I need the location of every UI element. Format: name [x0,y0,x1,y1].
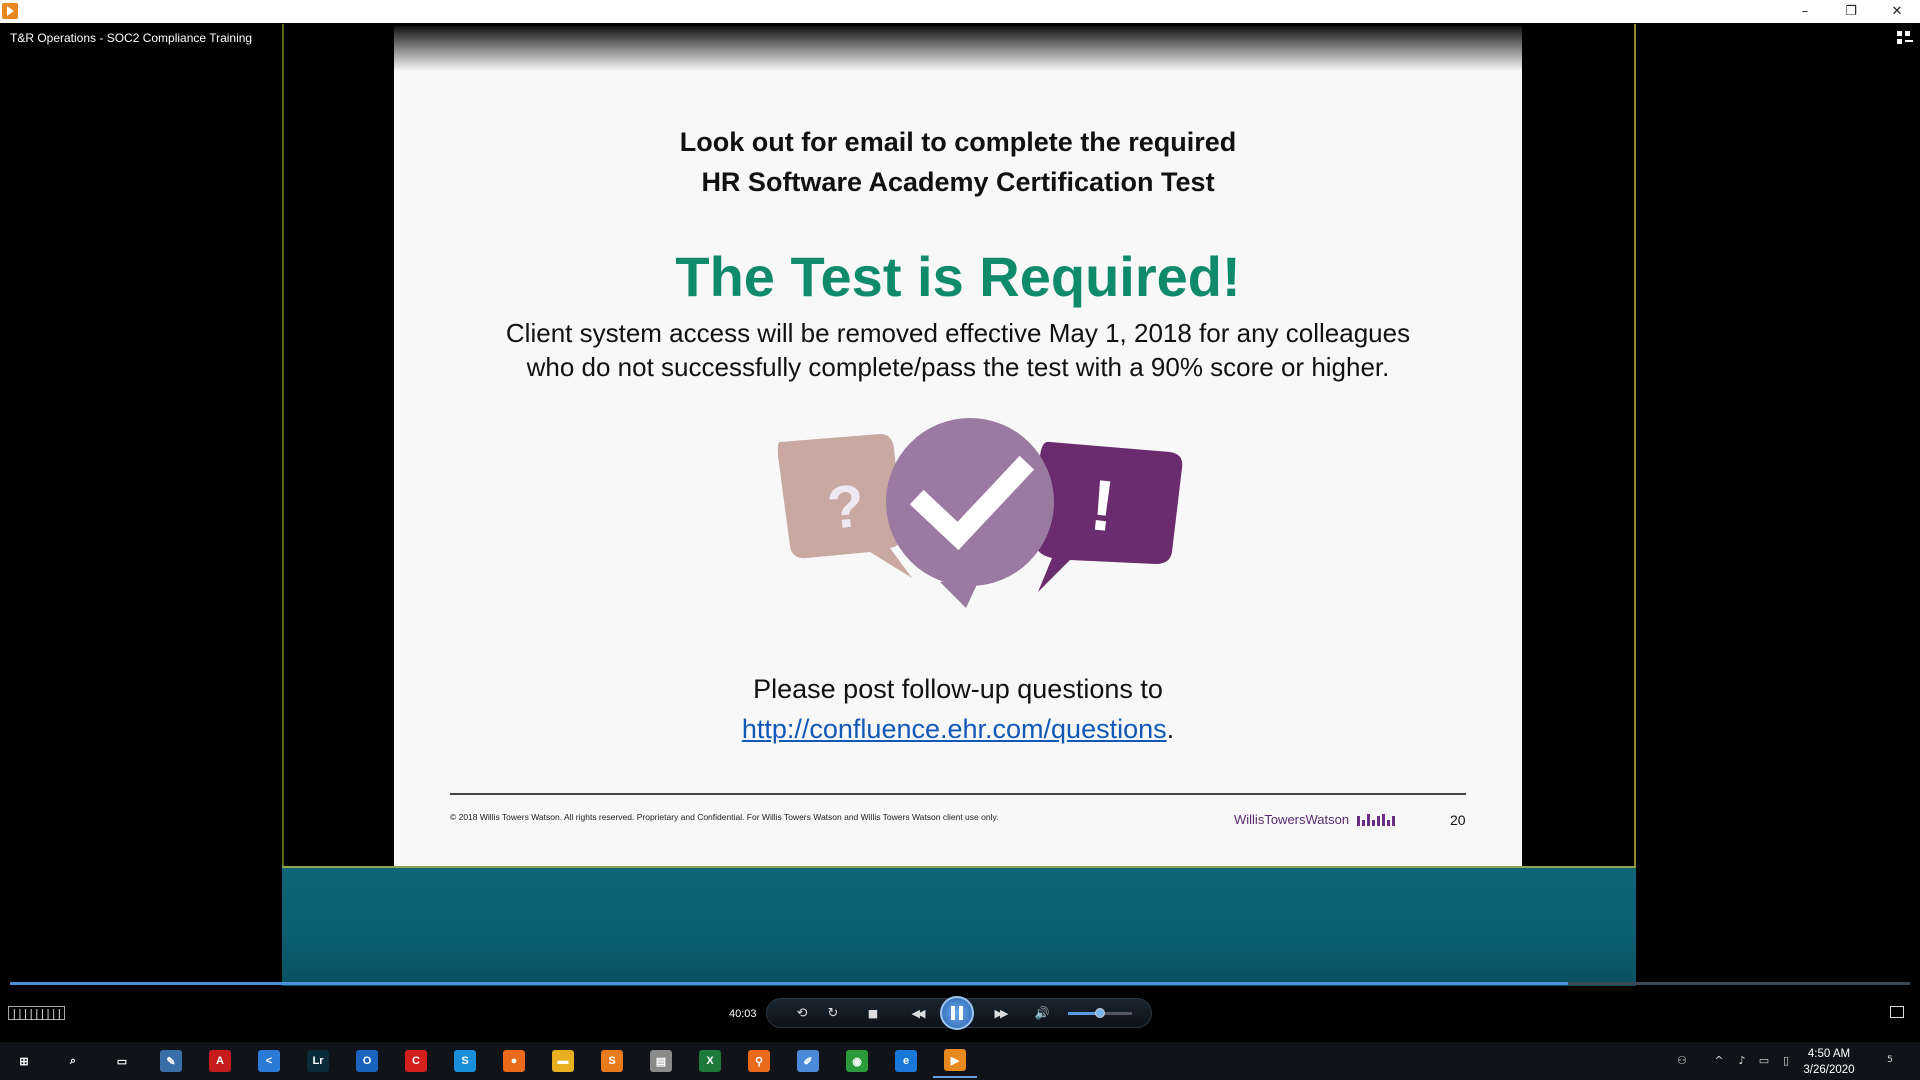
fast-forward-button[interactable]: ▶▶ [986,1004,1014,1022]
acrobat-icon: A [209,1050,231,1072]
playback-speed-indicator[interactable]: ||||||||| [8,1006,65,1020]
chevron-up-icon[interactable]: ^ [1712,1053,1726,1067]
clock-time: 4:50 AM [1807,1048,1851,1060]
slide-notice: Client system access will be removed eff… [434,316,1482,384]
slide-footer-rule [450,793,1466,795]
svg-text:?: ? [824,472,867,542]
slide-brand: WillisTowersWatson [1234,812,1396,827]
speech-bubbles-graphic: ? ! [777,418,1183,608]
rewind-button[interactable]: ◀◀ [903,1004,931,1022]
taskbar-sublime-button[interactable]: S [590,1044,634,1078]
taskbar-search-tool-button[interactable]: ⚲ [737,1044,781,1078]
taskbar-media-player-button[interactable]: ▶ [933,1044,977,1078]
refresh-button[interactable]: ↻ [823,1004,843,1022]
taskbar-excel-button[interactable]: X [688,1044,732,1078]
window-titlebar: – ❐ ✕ [0,0,1920,23]
task-view-icon: ▭ [111,1050,133,1072]
taskbar-lightroom-button[interactable]: Lr [296,1044,340,1078]
taskbar-firefox-button[interactable]: ● [492,1044,536,1078]
search-icon: ⌕ [62,1050,84,1072]
notes-icon: ✐ [797,1050,819,1072]
file-explorer-icon: ▬ [552,1050,574,1072]
slide-heading-line2: HR Software Academy Certification Test [701,167,1215,197]
outlook-icon: O [356,1050,378,1072]
chrome-icon: ◉ [846,1050,868,1072]
pause-button[interactable] [940,996,974,1030]
edge-icon: e [895,1050,917,1072]
taskbar-paint-button[interactable]: ✎ [149,1044,193,1078]
taskbar-task-view-button[interactable]: ▭ [100,1044,144,1078]
brand-logo-icon [1357,813,1396,826]
taskbar-clock[interactable]: 4:50 AM 3/26/2020 [1794,1046,1864,1078]
battery-icon[interactable]: ▯ [1779,1053,1793,1067]
printer-icon: ▤ [650,1050,672,1072]
volume-slider-knob[interactable] [1095,1008,1105,1018]
notification-center-icon[interactable]: 5 [1880,1053,1900,1067]
taskbar-edge-button[interactable]: e [884,1044,928,1078]
start-icon: ⊞ [13,1050,35,1072]
slide-followup: Please post follow-up questions to http:… [394,669,1522,749]
seek-bar[interactable] [10,982,1910,985]
taskbar-start-button[interactable]: ⊞ [2,1044,46,1078]
presentation-slide: Look out for email to complete the requi… [394,26,1522,866]
taskbar-acrobat-button[interactable]: A [198,1044,242,1078]
playback-time: 40:03 [729,1008,757,1020]
taskbar-skype-button[interactable]: S [443,1044,487,1078]
slide-page-number: 20 [1450,812,1466,828]
slide-top-fade [394,26,1522,71]
vscode-icon: < [258,1050,280,1072]
slide-link-line: http://confluence.ehr.com/questions. [394,709,1522,749]
taskbar-creative-cloud-button[interactable]: C [394,1044,438,1078]
network-icon[interactable]: ▭ [1757,1053,1771,1067]
firefox-icon: ● [503,1050,525,1072]
layout-grid-icon[interactable] [1896,30,1914,46]
taskbar-outlook-button[interactable]: O [345,1044,389,1078]
window-controls: – ❐ ✕ [1782,0,1920,23]
people-icon[interactable]: ⚇ [1675,1053,1689,1067]
media-player-app-icon [2,3,18,19]
slide-notice-line2: who do not successfully complete/pass th… [526,352,1390,382]
slide-copyright: © 2018 Willis Towers Watson. All rights … [450,812,999,822]
seek-bar-fill [10,982,1568,985]
minimize-button[interactable]: – [1782,0,1828,23]
brand-name: WillisTowersWatson [1234,812,1350,827]
video-lower-band [282,866,1636,986]
taskbar-printer-button[interactable]: ▤ [639,1044,683,1078]
loop-button[interactable]: ⟲ [792,1004,812,1022]
lightroom-icon: Lr [307,1050,329,1072]
close-button[interactable]: ✕ [1874,0,1920,23]
volume-slider[interactable] [1068,1008,1132,1018]
media-player-icon: ▶ [944,1049,966,1071]
taskbar-search-button[interactable]: ⌕ [51,1044,95,1078]
slide-heading-line1: Look out for email to complete the requi… [679,127,1237,157]
slide-heading: Look out for email to complete the requi… [394,122,1522,202]
exit-fullscreen-icon[interactable] [1890,1006,1904,1018]
sublime-icon: S [601,1050,623,1072]
creative-cloud-icon: C [405,1050,427,1072]
taskbar-notes-button[interactable]: ✐ [786,1044,830,1078]
slide-required-title: The Test is Required! [675,245,1241,308]
taskbar-file-explorer-button[interactable]: ▬ [541,1044,585,1078]
volume-button[interactable]: 🔊 [1032,1004,1052,1022]
clock-date: 3/26/2020 [1803,1064,1855,1076]
taskbar-vscode-button[interactable]: < [247,1044,291,1078]
excel-icon: X [699,1050,721,1072]
restore-button[interactable]: ❐ [1828,0,1874,23]
speaker-icon[interactable]: ♪ [1735,1053,1749,1067]
stop-button[interactable]: ■ [863,1004,883,1022]
skype-icon: S [454,1050,476,1072]
questions-link[interactable]: http://confluence.ehr.com/questions [742,714,1167,744]
search-tool-icon: ⚲ [748,1050,770,1072]
link-suffix: . [1166,714,1175,744]
paint-icon: ✎ [160,1050,182,1072]
taskbar-chrome-button[interactable]: ◉ [835,1044,879,1078]
slide-followup-text: Please post follow-up questions to [753,674,1163,704]
slide-notice-line1: Client system access will be removed eff… [505,318,1411,348]
notification-count: 5 [1887,1055,1893,1065]
video-title: T&R Operations - SOC2 Compliance Trainin… [10,31,253,45]
check-bubble-icon [886,418,1054,586]
